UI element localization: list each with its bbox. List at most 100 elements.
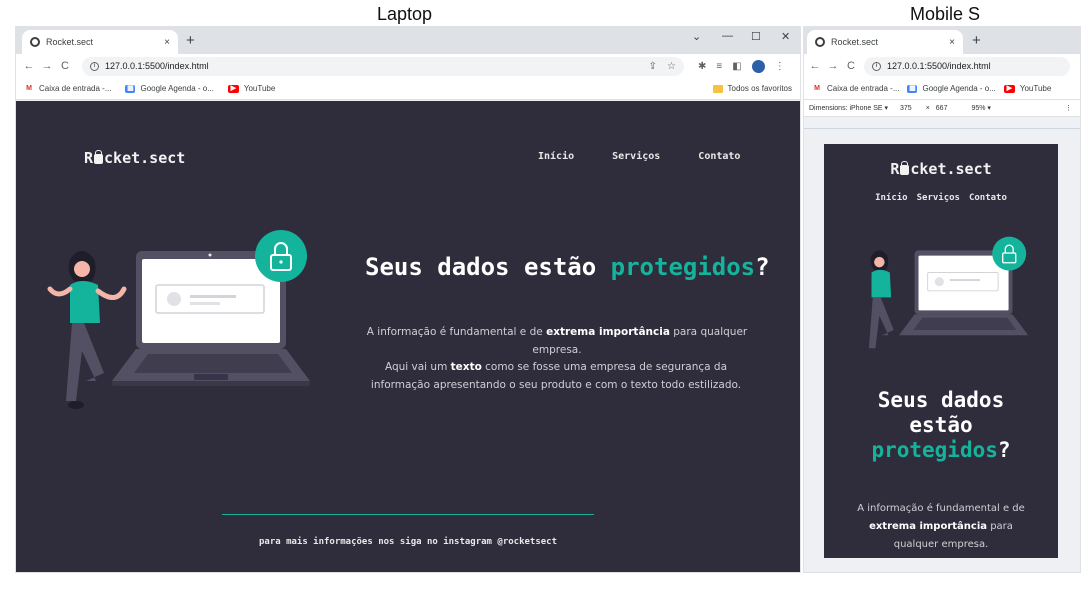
person-legs xyxy=(66,323,104,401)
all-bookmarks-label: Todos os favoritos xyxy=(727,84,792,93)
mobile-caption: Mobile S xyxy=(910,4,981,24)
side-panel-icon[interactable]: ◧ xyxy=(732,61,741,72)
calendar-icon: ▦ xyxy=(907,84,918,93)
site-logo[interactable]: Rcket.sect xyxy=(824,160,1058,178)
tab-close-button[interactable]: × xyxy=(949,37,955,48)
bookmark-youtube[interactable]: ▶ YouTube xyxy=(1003,84,1052,93)
text-line-placeholder xyxy=(190,295,236,298)
gmail-icon: M xyxy=(814,84,820,92)
site-info-icon[interactable]: i xyxy=(872,61,881,71)
device-ruler xyxy=(804,117,1080,129)
url-input[interactable]: i 127.0.0.1:5500/index.html xyxy=(864,56,1070,76)
text-line-placeholder xyxy=(949,279,980,282)
browser-tab[interactable]: Rocket.sect × xyxy=(22,30,178,54)
hero-paragraph-1: A informação é fundamental e de extrema … xyxy=(366,326,748,356)
person-face xyxy=(74,261,90,277)
back-button[interactable]: ← xyxy=(20,60,38,72)
browser-tab[interactable]: Rocket.sect × xyxy=(807,30,963,54)
back-button[interactable]: ← xyxy=(806,60,824,72)
keyboard xyxy=(913,317,1017,330)
tab-close-button[interactable]: × xyxy=(164,37,170,48)
keyboard xyxy=(134,354,292,373)
url-text: 127.0.0.1:5500/index.html xyxy=(105,61,209,71)
device-width-input[interactable]: 375 xyxy=(900,105,912,112)
device-toolbar: Dimensions: iPhone SE ▾ 375 × 667 95% ▾ … xyxy=(804,100,1080,117)
folder-icon xyxy=(712,84,723,93)
bookmark-label: Caixa de entrada -... xyxy=(39,84,112,93)
person-arm-right xyxy=(95,286,127,300)
bookmark-gmail[interactable]: M Caixa de entrada -... xyxy=(24,84,111,93)
laptop-camera xyxy=(208,253,212,257)
bookmark-star-icon[interactable]: ☆ xyxy=(667,61,676,72)
nav-link-contato[interactable]: Contato xyxy=(698,151,740,162)
laptop-edge xyxy=(112,381,310,386)
bookmark-youtube[interactable]: ▶ YouTube xyxy=(227,84,275,93)
tab-search-icon[interactable]: ⌄ xyxy=(692,30,701,43)
security-illustration xyxy=(47,230,310,409)
device-more-icon[interactable]: ⋮ xyxy=(1065,104,1072,112)
bookmark-calendar[interactable]: ▦ Google Agenda - o... xyxy=(125,84,214,93)
mobile-page: Rcket.sect Início Serviços Contato Seus … xyxy=(824,144,1058,558)
laptop-screen xyxy=(142,259,280,343)
bookmark-calendar[interactable]: ▦ Google Agenda - o... xyxy=(907,84,996,93)
security-illustration xyxy=(868,236,1029,349)
bookmark-label: YouTube xyxy=(1019,84,1052,93)
mobile-browser-window: Rocket.sect × + ← → C i 127.0.0.1:5500/i… xyxy=(803,26,1081,573)
menu-icon[interactable]: ⋮ xyxy=(775,61,785,72)
nav-link-servicos[interactable]: Serviços xyxy=(917,193,960,203)
lock-o-icon xyxy=(900,161,910,175)
device-height-input[interactable]: 667 xyxy=(936,105,948,112)
profile-avatar[interactable] xyxy=(751,59,765,73)
hero-title: Seus dados estão protegidos? xyxy=(871,388,1011,462)
tab-title: Rocket.sect xyxy=(46,37,94,47)
person-shirt xyxy=(871,269,892,298)
address-bar: ← → C i 127.0.0.1:5500/index.html ⇪ ☆ ✱ … xyxy=(16,54,800,78)
new-tab-button[interactable]: + xyxy=(186,32,195,49)
globe-icon xyxy=(815,37,825,47)
lock-badge xyxy=(992,236,1027,271)
tab-strip: Rocket.sect × + ⌄ — ☐ ✕ xyxy=(16,27,800,54)
nav-link-servicos[interactable]: Serviços xyxy=(612,151,660,162)
tab-strip: Rocket.sect × + xyxy=(804,27,1080,54)
trackpad xyxy=(194,374,228,380)
extensions-icon[interactable]: ✱ xyxy=(698,61,706,72)
site-logo[interactable]: Rcket.sect xyxy=(84,149,185,167)
minimize-button[interactable]: — xyxy=(722,30,733,42)
address-bar: ← → C i 127.0.0.1:5500/index.html xyxy=(804,54,1080,78)
person-shirt xyxy=(70,281,100,323)
bookmarks-bar: M Caixa de entrada -... ▦ Google Agenda … xyxy=(16,78,800,100)
laptop-screen xyxy=(918,255,1009,311)
hero-paragraph-1: A informação é fundamental e de extrema … xyxy=(857,503,1025,550)
text-line-placeholder xyxy=(190,302,220,305)
site-info-icon[interactable]: i xyxy=(90,61,99,71)
forward-button[interactable]: → xyxy=(38,60,56,72)
bookmark-gmail[interactable]: M Caixa de entrada -... xyxy=(812,84,899,93)
device-dimensions-select[interactable]: Dimensions: iPhone SE ▾ xyxy=(809,104,888,112)
footer-text: para mais informações nos siga no instag… xyxy=(258,537,557,547)
hero-title: Seus dados estão protegidos? xyxy=(365,253,770,281)
zoom-select[interactable]: 95% ▾ xyxy=(971,104,990,112)
laptop-browser-window: Rocket.sect × + ⌄ — ☐ ✕ ← → C i 127.0.0.… xyxy=(15,26,801,573)
bookmark-label: Google Agenda - o... xyxy=(922,84,996,93)
url-text: 127.0.0.1:5500/index.html xyxy=(887,61,991,71)
url-input[interactable]: i 127.0.0.1:5500/index.html ⇪ ☆ xyxy=(82,56,684,76)
close-window-button[interactable]: ✕ xyxy=(781,30,790,43)
reload-button[interactable]: C xyxy=(842,60,860,72)
keyhole xyxy=(279,260,283,264)
calendar-icon: ▦ xyxy=(125,84,136,93)
maximize-button[interactable]: ☐ xyxy=(751,30,761,43)
bookmark-label: Caixa de entrada -... xyxy=(827,84,900,93)
new-tab-button[interactable]: + xyxy=(972,32,981,49)
forward-button[interactable]: → xyxy=(824,60,842,72)
globe-icon xyxy=(30,37,40,47)
nav-link-inicio[interactable]: Início xyxy=(538,151,574,162)
nav-link-contato[interactable]: Contato xyxy=(969,193,1007,203)
nav-link-inicio[interactable]: Início xyxy=(875,193,908,203)
all-bookmarks-folder[interactable]: Todos os favoritos xyxy=(712,84,792,93)
youtube-icon: ▶ xyxy=(1003,84,1015,93)
reading-list-icon[interactable]: ≡ xyxy=(716,61,722,72)
reload-button[interactable]: C xyxy=(56,60,74,72)
hero-title-accent: protegidos xyxy=(610,253,756,281)
bookmarks-bar: M Caixa de entrada -... ▦ Google Agenda … xyxy=(804,78,1080,100)
share-icon[interactable]: ⇪ xyxy=(649,61,657,72)
